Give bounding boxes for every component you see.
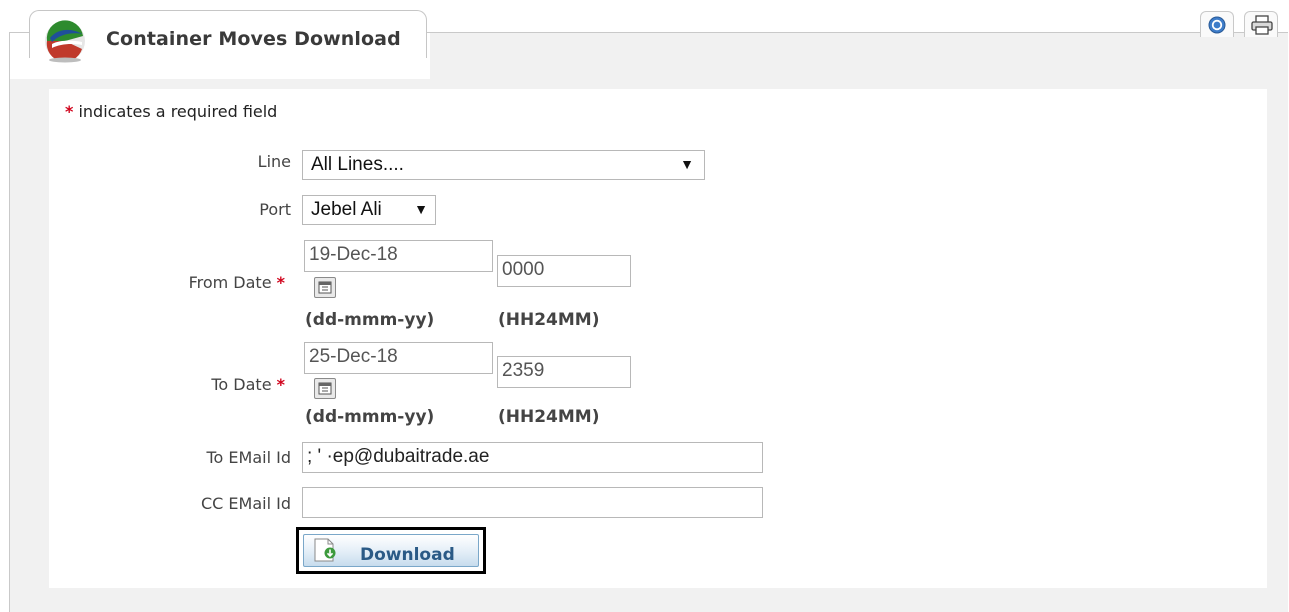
cc-email-input[interactable] [302, 487, 763, 518]
to-email-label: To EMail Id [206, 448, 292, 467]
help-button[interactable] [1200, 11, 1234, 37]
print-button[interactable] [1244, 11, 1278, 37]
to-date-format-hint: (dd-mmm-yy) [305, 407, 435, 427]
to-date-input[interactable]: 25-Dec-18 [304, 342, 493, 374]
page-title: Container Moves Download [106, 28, 401, 50]
port-select[interactable]: Jebel Ali ▼ [302, 195, 436, 225]
help-icon [1208, 16, 1226, 34]
to-time-input[interactable]: 2359 [497, 356, 631, 388]
printer-icon [1251, 15, 1273, 35]
line-label: Line [257, 152, 291, 171]
from-time-format-hint: (HH24MM) [498, 310, 600, 330]
from-time-input[interactable]: 0000 [497, 255, 631, 287]
line-select[interactable]: All Lines.... ▼ [302, 150, 705, 180]
port-label: Port [259, 200, 291, 219]
download-button-focus-frame: Download [296, 527, 486, 574]
from-date-format-hint: (dd-mmm-yy) [305, 310, 435, 330]
to-email-input[interactable]: ; ' ·ep@dubaitrade.ae [302, 442, 763, 473]
download-icon [314, 538, 336, 562]
cc-email-label: CC EMail Id [201, 494, 291, 513]
dubai-trade-logo-icon [45, 20, 85, 63]
from-date-input[interactable]: 19-Dec-18 [304, 240, 493, 272]
to-date-calendar-icon[interactable] [314, 378, 336, 399]
download-button[interactable]: Download [303, 534, 479, 567]
dropdown-arrow-icon: ▼ [680, 156, 694, 172]
dropdown-arrow-icon: ▼ [414, 201, 428, 217]
download-button-label: Download [360, 545, 455, 565]
to-time-format-hint: (HH24MM) [498, 407, 600, 427]
required-field-note: * indicates a required field [65, 102, 278, 121]
to-date-label: To Date * [211, 375, 285, 394]
from-date-label: From Date * [188, 273, 285, 292]
from-date-calendar-icon[interactable] [314, 277, 336, 298]
